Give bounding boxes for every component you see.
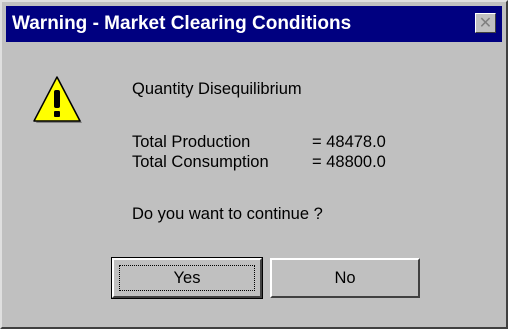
warning-dialog: Warning - Market Clearing Conditions ✕ Q… [0,0,508,329]
production-label: Total Production [132,133,251,151]
no-button-label: No [334,269,356,287]
consumption-row: Total Consumption = 48800.0 [132,153,452,172]
message-heading: Quantity Disequilibrium [132,80,302,98]
window-title: Warning - Market Clearing Conditions [12,13,352,34]
yes-button-label: Yes [173,269,201,287]
production-row: Total Production = 48478.0 [132,133,452,152]
close-button[interactable]: ✕ [475,13,496,33]
consumption-value: = 48800.0 [312,153,386,171]
no-button[interactable]: No [270,258,420,298]
production-value: = 48478.0 [312,133,386,151]
title-bar[interactable]: Warning - Market Clearing Conditions ✕ [6,6,502,42]
yes-button[interactable]: Yes [111,257,263,299]
consumption-label: Total Consumption [132,153,269,171]
warning-icon [33,76,82,123]
close-icon: ✕ [478,13,493,32]
continue-question: Do you want to continue ? [132,205,323,223]
